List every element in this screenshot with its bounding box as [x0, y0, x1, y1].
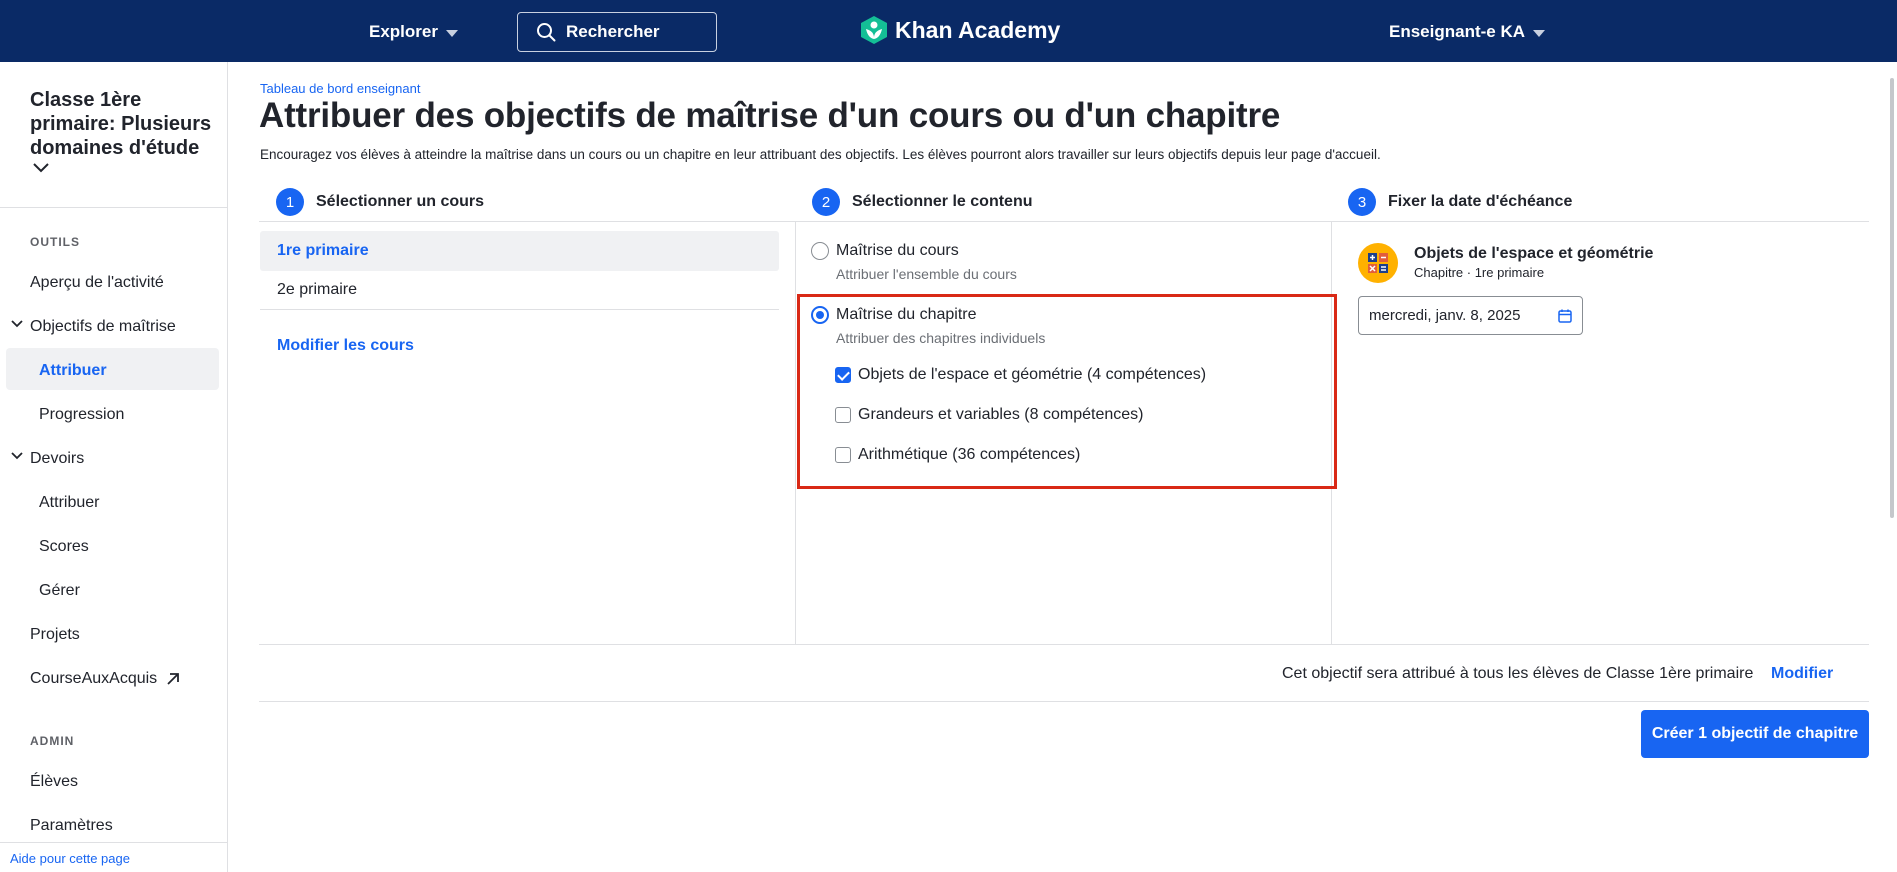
divider — [0, 207, 227, 208]
unit-mastery-subtitle: Attribuer des chapitres individuels — [836, 330, 1046, 346]
unit-icon — [1358, 243, 1398, 283]
course-mastery-title[interactable]: Maîtrise du cours — [836, 242, 959, 260]
explore-menu[interactable]: Explorer — [369, 22, 458, 42]
due-date-field[interactable]: mercredi, janv. 8, 2025 — [1358, 296, 1583, 335]
sidebar-item-progress[interactable]: Progression — [39, 406, 124, 424]
step-header-select-course: 1 Sélectionner un cours — [276, 188, 484, 216]
step-header-select-content: 2 Sélectionner le contenu — [812, 188, 1032, 216]
step-label: Sélectionner un cours — [316, 193, 485, 210]
sidebar-item-manage[interactable]: Gérer — [39, 582, 80, 600]
class-title[interactable]: Classe 1ère primaire: Plusieurs domaines… — [30, 88, 220, 160]
sidebar: Classe 1ère primaire: Plusieurs domaines… — [0, 62, 228, 872]
step-number: 3 — [1348, 188, 1376, 216]
khan-academy-logo[interactable]: Khan Academy — [861, 16, 1060, 44]
modify-courses-link[interactable]: Modifier les cours — [277, 337, 414, 355]
divider — [259, 701, 1869, 702]
sidebar-item-students[interactable]: Élèves — [30, 773, 78, 791]
step-number: 1 — [276, 188, 304, 216]
step-header-due-date: 3 Fixer la date d'échéance — [1348, 188, 1572, 216]
step-number: 2 — [812, 188, 840, 216]
logo-text: Khan Academy — [895, 16, 1061, 43]
course-mastery-subtitle: Attribuer l'ensemble du cours — [836, 266, 1017, 282]
divider — [259, 221, 1869, 222]
scrollbar[interactable] — [1890, 78, 1894, 518]
step-label: Fixer la date d'échéance — [1388, 193, 1573, 210]
course-mastery-radio[interactable] — [811, 242, 829, 260]
page-description: Encouragez vos élèves à atteindre la maî… — [260, 147, 1381, 162]
page-title: Attribuer des objectifs de maîtrise d'un… — [259, 96, 1281, 135]
active-item-background — [6, 348, 219, 390]
chevron-down-icon[interactable] — [10, 319, 24, 329]
unit-checkbox-arithmetic[interactable] — [835, 447, 851, 463]
caret-down-icon — [445, 29, 458, 37]
unit-checkbox-measurement[interactable] — [835, 407, 851, 423]
course-item-2e-primaire[interactable]: 2e primaire — [277, 281, 357, 299]
sidebar-item-mastery-assign[interactable]: Attribuer — [39, 362, 107, 380]
create-goal-button[interactable]: Créer 1 objectif de chapitre — [1641, 710, 1869, 758]
unit-mastery-title[interactable]: Maîtrise du chapitre — [836, 306, 977, 324]
explore-label: Explorer — [369, 22, 438, 41]
sidebar-item-mastery-goals[interactable]: Objectifs de maîtrise — [30, 318, 176, 336]
khan-leaf-icon — [861, 16, 887, 44]
math-symbols-icon — [1368, 253, 1388, 273]
assign-note: Cet objectif sera attribué à tous les él… — [1282, 665, 1754, 682]
sidebar-item-assignments-assign[interactable]: Attribuer — [39, 494, 99, 512]
breadcrumb[interactable]: Tableau de bord enseignant — [260, 81, 420, 96]
column-divider — [795, 222, 796, 644]
chevron-down-icon[interactable] — [32, 162, 50, 174]
caret-down-icon — [1533, 29, 1546, 37]
due-unit-title: Objets de l'espace et géométrie — [1414, 245, 1654, 262]
unit-mastery-radio[interactable] — [811, 306, 829, 324]
sidebar-item-scores[interactable]: Scores — [39, 538, 89, 556]
step-label: Sélectionner le contenu — [852, 193, 1033, 210]
due-unit-subtitle: Chapitre · 1re primaire — [1414, 265, 1545, 280]
divider — [259, 644, 1869, 645]
unit-checkbox-geometry[interactable] — [835, 367, 851, 383]
unit-label-measurement[interactable]: Grandeurs et variables (8 compétences) — [858, 406, 1143, 424]
sidebar-item-course-challenge[interactable]: CourseAuxAcquis — [30, 670, 181, 688]
help-link[interactable]: Aide pour cette page — [0, 842, 227, 872]
user-label: Enseignant-e KA — [1389, 22, 1526, 41]
search-input[interactable]: Rechercher — [517, 12, 717, 52]
search-placeholder: Rechercher — [566, 22, 660, 41]
section-label-admin: ADMIN — [30, 734, 75, 748]
unit-label-geometry[interactable]: Objets de l'espace et géométrie (4 compé… — [858, 366, 1206, 384]
chevron-down-icon[interactable] — [10, 451, 24, 461]
sidebar-item-label: CourseAuxAcquis — [30, 670, 158, 687]
sidebar-item-activity[interactable]: Aperçu de l'activité — [30, 274, 164, 292]
due-date-value: mercredi, janv. 8, 2025 — [1369, 307, 1521, 324]
sidebar-item-settings[interactable]: Paramètres — [30, 817, 113, 835]
modify-students-link[interactable]: Modifier — [1771, 665, 1833, 683]
search-icon — [537, 23, 556, 42]
top-nav-bar: Explorer Rechercher Khan Academy Enseign… — [0, 0, 1897, 62]
user-menu[interactable]: Enseignant-e KA — [1389, 22, 1546, 42]
section-label-tools: OUTILS — [30, 235, 80, 249]
unit-label-arithmetic[interactable]: Arithmétique (36 compétences) — [858, 446, 1080, 464]
course-item-1re-primaire[interactable]: 1re primaire — [277, 242, 369, 260]
sidebar-item-assignments[interactable]: Devoirs — [30, 450, 84, 468]
sidebar-item-projects[interactable]: Projets — [30, 626, 80, 644]
external-link-icon — [167, 673, 180, 685]
calendar-icon — [1558, 309, 1572, 323]
divider — [260, 309, 779, 310]
